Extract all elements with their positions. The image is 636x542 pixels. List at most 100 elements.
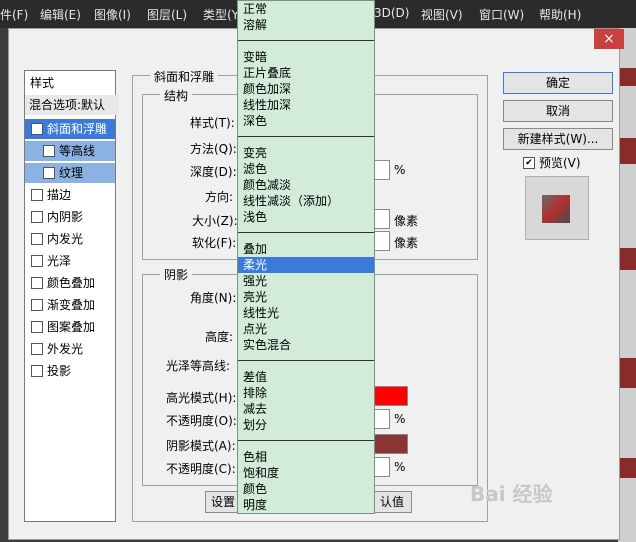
checkbox-gradient-overlay[interactable]	[31, 298, 43, 311]
preview-checkbox[interactable]: ✔	[523, 156, 535, 169]
new-style-button[interactable]: 新建样式(W)...	[503, 128, 613, 150]
altitude-label: 高度:	[205, 330, 234, 344]
depth-input[interactable]	[374, 160, 390, 180]
close-button[interactable]: ×	[594, 29, 624, 49]
cancel-button[interactable]: 取消	[503, 100, 613, 122]
menu-file[interactable]: 件(F)	[0, 6, 28, 23]
checkbox-drop-shadow[interactable]	[31, 364, 43, 377]
menu-layer[interactable]: 图层(L)	[147, 6, 187, 23]
checkbox-texture[interactable]	[43, 166, 55, 179]
preview-thumbnail	[525, 176, 589, 240]
blend-mode-option[interactable]: 柔光	[238, 257, 374, 273]
technique-label: 方法(Q):	[190, 142, 237, 156]
blend-mode-option[interactable]: 差值	[238, 369, 374, 385]
style-item-label: 等高线	[59, 144, 96, 158]
blend-mode-option[interactable]: 滤色	[238, 161, 374, 177]
blend-mode-option[interactable]: 点光	[238, 321, 374, 337]
menu-help[interactable]: 帮助(H)	[539, 6, 581, 23]
shadow-opacity-unit: %	[394, 460, 406, 474]
style-item-stroke[interactable]: 描边	[25, 185, 115, 205]
canvas-blot	[618, 138, 636, 164]
menu-image[interactable]: 图像(I)	[94, 6, 131, 23]
blend-mode-option[interactable]: 减去	[238, 401, 374, 417]
style-item-drop-shadow[interactable]: 投影	[25, 361, 115, 381]
style-item-label: 纹理	[59, 166, 84, 180]
soften-input[interactable]	[374, 231, 390, 251]
soften-unit: 像素	[394, 236, 419, 250]
blend-options-item[interactable]: 混合选项:默认	[25, 95, 119, 115]
size-unit: 像素	[394, 214, 419, 228]
style-item-label: 外发光	[47, 342, 84, 356]
blend-mode-option[interactable]: 溶解	[238, 17, 374, 33]
checkbox-bevel[interactable]: ✔	[31, 122, 43, 135]
checkbox-satin[interactable]	[31, 254, 43, 267]
checkbox-inner-shadow[interactable]	[31, 210, 43, 223]
ok-button[interactable]: 确定	[503, 72, 613, 94]
checkbox-color-overlay[interactable]	[31, 276, 43, 289]
blend-mode-option[interactable]: 排除	[238, 385, 374, 401]
highlight-color-swatch[interactable]	[374, 386, 408, 406]
style-item-label: 内阴影	[47, 210, 84, 224]
blend-mode-option[interactable]: 正常	[238, 1, 374, 17]
shadow-opacity-input[interactable]	[374, 457, 390, 477]
blend-mode-option[interactable]: 亮光	[238, 289, 374, 305]
style-item-satin[interactable]: 光泽	[25, 251, 115, 271]
menu-window[interactable]: 窗口(W)	[479, 6, 524, 23]
highlight-opacity-input[interactable]	[374, 409, 390, 429]
blend-mode-option[interactable]: 色相	[238, 449, 374, 465]
blend-mode-option[interactable]: 叠加	[238, 241, 374, 257]
bevel-group-title: 斜面和浮雕	[150, 68, 219, 85]
styles-header: 样式	[30, 76, 55, 90]
blend-mode-option[interactable]: 明度	[238, 497, 374, 513]
blend-mode-option[interactable]: 颜色	[238, 481, 374, 497]
angle-label: 角度(N):	[190, 291, 237, 305]
menu-3d[interactable]: 3D(D)	[374, 6, 409, 20]
style-item-contour[interactable]: 等高线	[25, 141, 115, 161]
blend-mode-option[interactable]: 线性减淡（添加）	[238, 193, 374, 209]
checkbox-pattern-overlay[interactable]	[31, 320, 43, 333]
size-input[interactable]	[374, 209, 390, 229]
style-item-gradient-overlay[interactable]: 渐变叠加	[25, 295, 115, 315]
style-item-pattern-overlay[interactable]: 图案叠加	[25, 317, 115, 337]
reset-default-button[interactable]: 认值	[372, 491, 412, 513]
dropdown-separator	[238, 440, 374, 441]
checkbox-inner-glow[interactable]	[31, 232, 43, 245]
preview-toggle[interactable]: ✔ 预览(V)	[523, 154, 581, 171]
canvas-blot	[618, 248, 636, 270]
checkbox-stroke[interactable]	[31, 188, 43, 201]
blend-mode-option[interactable]: 划分	[238, 417, 374, 433]
style-item-bevel[interactable]: ✔ 斜面和浮雕	[25, 119, 115, 139]
blend-mode-option[interactable]: 强光	[238, 273, 374, 289]
menu-view[interactable]: 视图(V)	[421, 6, 463, 23]
style-item-label: 图案叠加	[47, 320, 96, 334]
make-default-button[interactable]: 设置	[205, 491, 241, 513]
blend-mode-option[interactable]: 浅色	[238, 209, 374, 225]
canvas-blot	[618, 68, 636, 86]
checkbox-contour[interactable]	[43, 144, 55, 157]
blend-mode-option[interactable]: 线性光	[238, 305, 374, 321]
styles-list: 样式 混合选项:默认 ✔ 斜面和浮雕 等高线 纹理 描边 内阴影 内发光 光泽 颜…	[24, 70, 119, 522]
blend-mode-option[interactable]: 实色混合	[238, 337, 374, 353]
blend-mode-option[interactable]: 颜色减淡	[238, 177, 374, 193]
style-item-label: 渐变叠加	[47, 298, 96, 312]
style-item-outer-glow[interactable]: 外发光	[25, 339, 115, 359]
style-item-inner-shadow[interactable]: 内阴影	[25, 207, 115, 227]
checkbox-outer-glow[interactable]	[31, 342, 43, 355]
blend-mode-option[interactable]: 饱和度	[238, 465, 374, 481]
shadow-color-swatch[interactable]	[374, 434, 408, 454]
style-item-label: 斜面和浮雕	[47, 122, 108, 136]
blend-mode-option[interactable]: 变亮	[238, 145, 374, 161]
blend-mode-option[interactable]: 颜色加深	[238, 81, 374, 97]
canvas-blot	[618, 358, 636, 388]
preview-swatch	[542, 195, 570, 223]
blend-mode-dropdown[interactable]: 正常 溶解变暗 正片叠底 颜色加深 线性加深 深色变亮 滤色 颜色减淡 线性减淡（添加） 浅色叠加…	[237, 0, 375, 514]
style-item-texture[interactable]: 纹理	[25, 163, 115, 183]
style-item-color-overlay[interactable]: 颜色叠加	[25, 273, 115, 293]
menu-edit[interactable]: 编辑(E)	[40, 6, 81, 23]
blend-mode-option[interactable]: 正片叠底	[238, 65, 374, 81]
blend-mode-option[interactable]: 深色	[238, 113, 374, 129]
style-item-label: 颜色叠加	[47, 276, 96, 290]
blend-mode-option[interactable]: 线性加深	[238, 97, 374, 113]
style-item-inner-glow[interactable]: 内发光	[25, 229, 115, 249]
blend-mode-option[interactable]: 变暗	[238, 49, 374, 65]
